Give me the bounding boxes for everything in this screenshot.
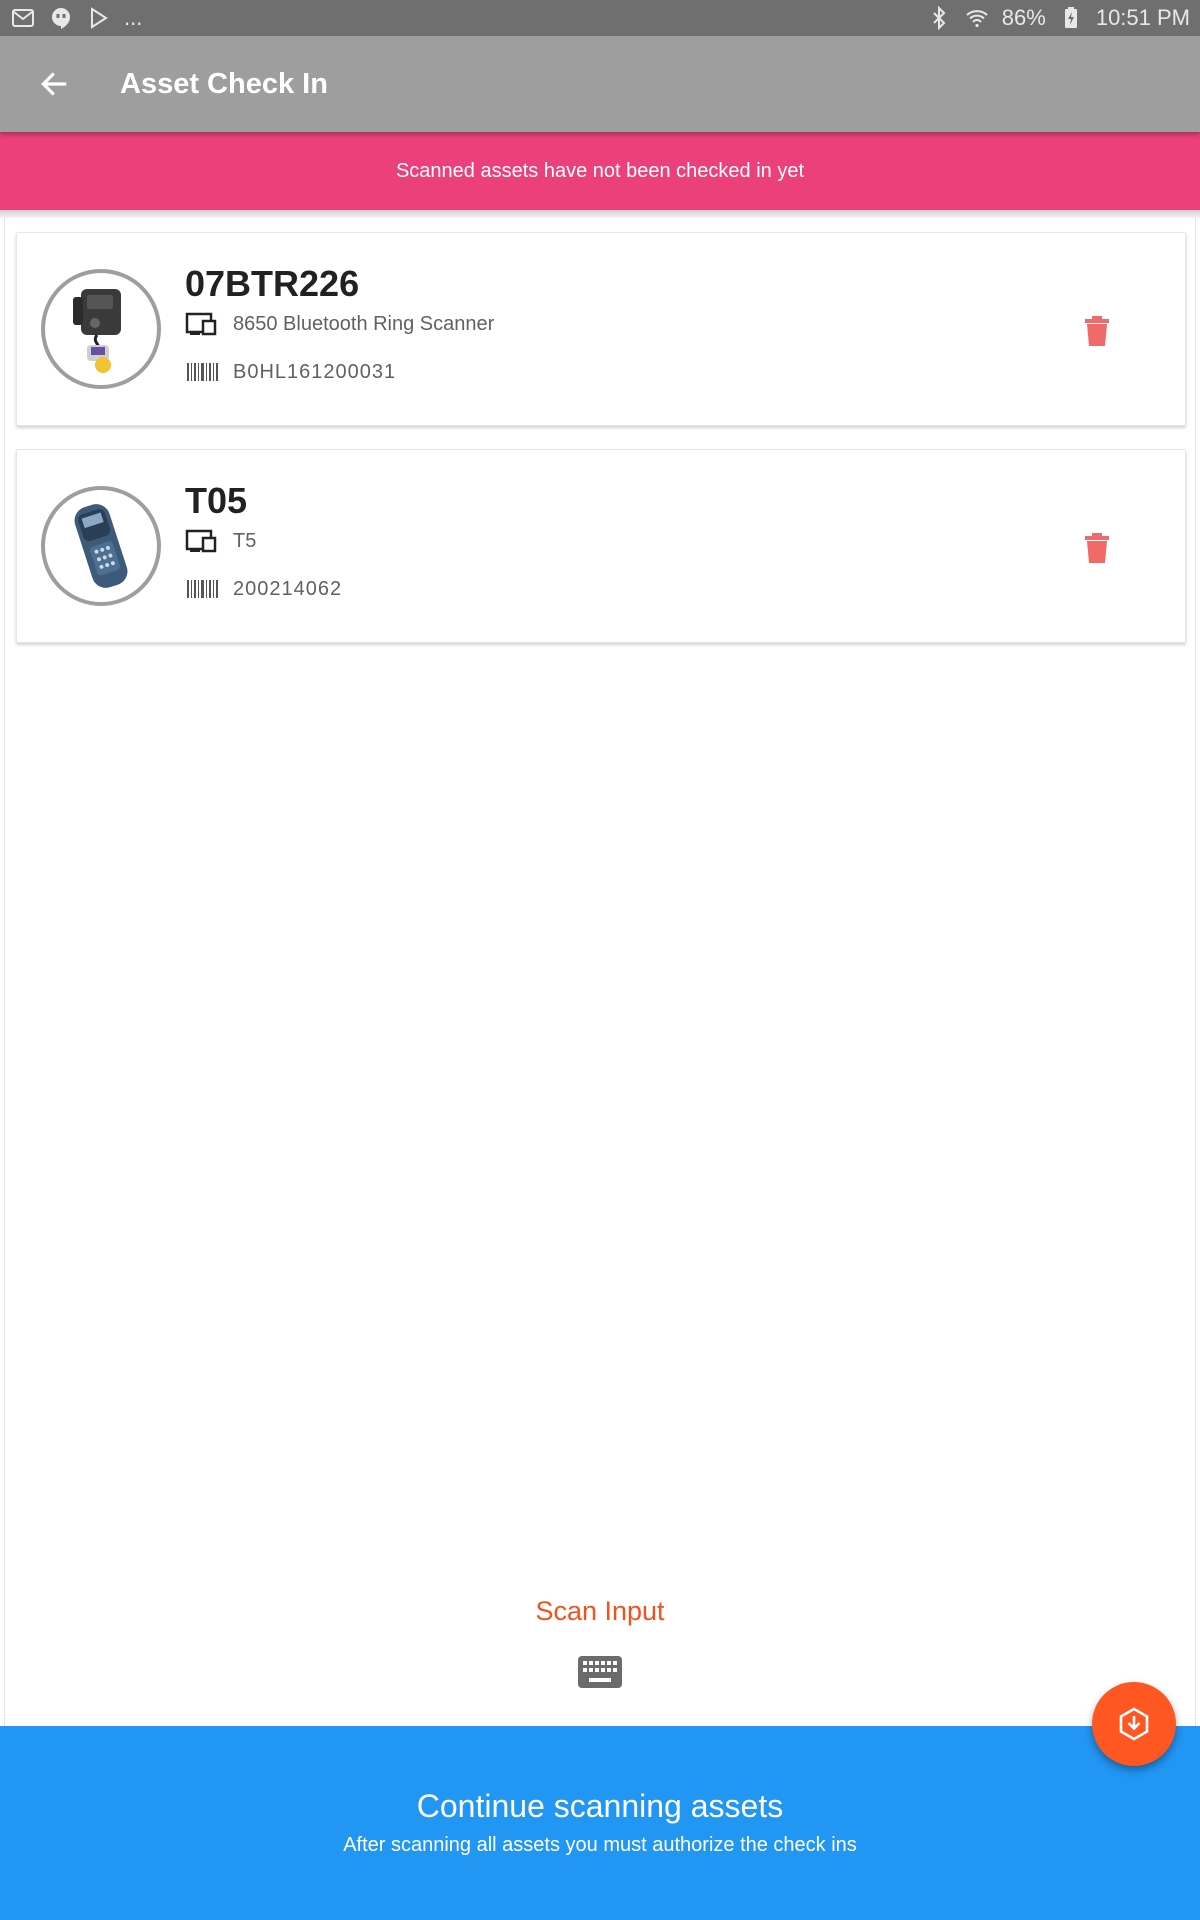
asset-name: 07BTR226 [185,263,360,304]
delete-button[interactable] [1077,528,1117,568]
continue-scanning-bar[interactable]: Continue scanning assets After scanning … [0,1726,1200,1920]
scan-down-icon [1119,1707,1149,1741]
ring-scanner-image [41,269,161,389]
keyboard-button[interactable] [576,1654,624,1690]
status-overflow: ... [124,5,143,30]
continue-scanning-title: Continue scanning assets [416,1788,784,1824]
barcode-icon [185,576,219,602]
warning-banner-text: Scanned assets have not been checked in … [395,159,805,182]
status-notifications: ... [10,5,142,31]
trash-icon [1085,316,1109,346]
asset-serial: 200214062 [233,577,343,600]
page-title: Asset Check In [120,67,328,100]
continue-scanning-subtitle: After scanning all assets you must autho… [343,1834,857,1856]
keyboard-icon [578,1656,622,1688]
asset-name: T05 [185,480,248,521]
hangouts-icon [48,5,74,31]
status-time: 10:51 PM [1095,5,1190,30]
scan-fab-button[interactable] [1092,1682,1176,1766]
asset-model: T5 [233,529,257,552]
asset-model-row: 8650 Bluetooth Ring Scanner [185,311,494,337]
arrow-back-icon [41,72,67,96]
battery-charging-icon [1058,5,1084,31]
wifi-icon [964,5,990,31]
scan-input-button[interactable]: Scan Input [0,1596,1200,1627]
delete-button[interactable] [1077,311,1117,351]
trash-icon [1085,533,1109,563]
asset-serial-row: 200214062 [185,576,342,602]
play-store-icon [86,5,112,31]
banner-shadow [0,210,1200,218]
handheld-scanner-image [41,486,161,606]
warning-banner: Scanned assets have not been checked in … [0,132,1200,210]
battery-percent: 86% [1001,5,1046,30]
asset-list: 07BTR226 8650 Bluetooth Ring Scanner B0H… [4,218,1196,1728]
back-button[interactable] [24,54,84,114]
asset-model: 8650 Bluetooth Ring Scanner [233,312,495,335]
app-bar: Asset Check In [0,36,1200,132]
asset-serial-row: B0HL161200031 [185,359,396,385]
devices-icon [185,528,219,554]
asset-card[interactable]: T05 T5 200214062 [16,449,1186,643]
bluetooth-icon [926,5,952,31]
gmail-icon [10,5,36,31]
barcode-icon [185,359,219,385]
status-bar: ... 86% 10:51 PM [0,0,1200,36]
asset-model-row: T5 [185,528,256,554]
status-system: 86% 10:51 PM [926,5,1190,31]
asset-serial: B0HL161200031 [233,360,397,383]
devices-icon [185,311,219,337]
asset-card[interactable]: 07BTR226 8650 Bluetooth Ring Scanner B0H… [16,232,1186,426]
